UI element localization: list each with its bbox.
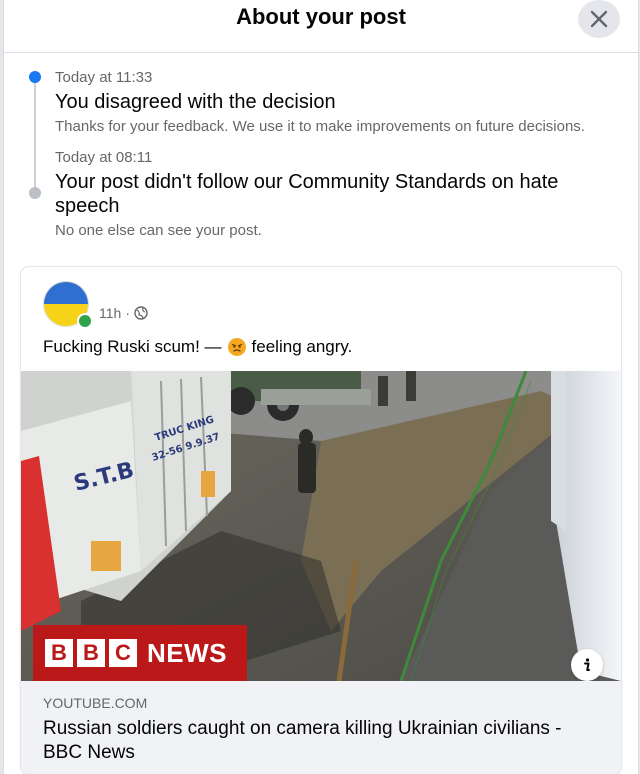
meta-separator: · — [125, 305, 130, 321]
post-meta: 11h · — [99, 305, 148, 321]
timeline-dot-current — [29, 71, 41, 83]
timeline-time: Today at 08:11 — [55, 149, 153, 166]
post-timestamp[interactable]: 11h — [99, 305, 121, 321]
online-status-icon — [77, 313, 93, 329]
timeline-item-violation: Today at 08:11 Your post didn't follow o… — [55, 149, 618, 239]
link-preview-image[interactable]: S.T.B TRUC KING 32-56 9.9.37 B B C NEWS — [21, 371, 621, 681]
bbc-letter: B — [45, 639, 73, 667]
info-icon — [584, 658, 590, 671]
globe-icon — [134, 306, 148, 320]
timeline-line — [34, 77, 36, 193]
timeline-item-disagreed: Today at 11:33 You disagreed with the de… — [55, 69, 618, 135]
close-button[interactable] — [578, 0, 620, 38]
close-icon — [590, 10, 608, 28]
feeling-text: feeling angry. — [251, 337, 353, 356]
angry-emoji-icon — [227, 338, 246, 356]
timeline-dot-past — [29, 187, 41, 199]
timeline-subtitle: No one else can see your post. — [55, 222, 262, 239]
link-preview-footer[interactable]: YOUTUBE.COM Russian soldiers caught on c… — [21, 681, 621, 774]
timeline-time: Today at 11:33 — [55, 69, 153, 86]
info-button[interactable] — [571, 649, 603, 681]
post-card: 11h · Fucking Ruski scum! — feeling angr… — [21, 267, 621, 774]
bbc-news-word: NEWS — [147, 637, 227, 668]
post-text: Fucking Ruski scum! — feeling angry. — [43, 337, 352, 357]
link-title[interactable]: Russian soldiers caught on camera killin… — [43, 717, 603, 765]
about-your-post-dialog: About your post Today at 11:33 You disag… — [3, 0, 639, 774]
bbc-letter: C — [109, 639, 137, 667]
dialog-title: About your post — [236, 4, 406, 29]
post-body: Fucking Ruski scum! — — [43, 337, 222, 356]
bbc-letter: B — [77, 639, 105, 667]
timeline-title: Your post didn't follow our Community St… — [55, 171, 559, 217]
decision-timeline: Today at 11:33 You disagreed with the de… — [4, 53, 638, 243]
bbc-news-logo: B B C NEWS — [33, 625, 247, 681]
timeline-title: You disagreed with the decision — [55, 91, 336, 113]
dialog-header: About your post — [4, 0, 638, 53]
link-domain: YOUTUBE.COM — [43, 695, 148, 711]
timeline-subtitle: Thanks for your feedback. We use it to m… — [55, 118, 585, 135]
